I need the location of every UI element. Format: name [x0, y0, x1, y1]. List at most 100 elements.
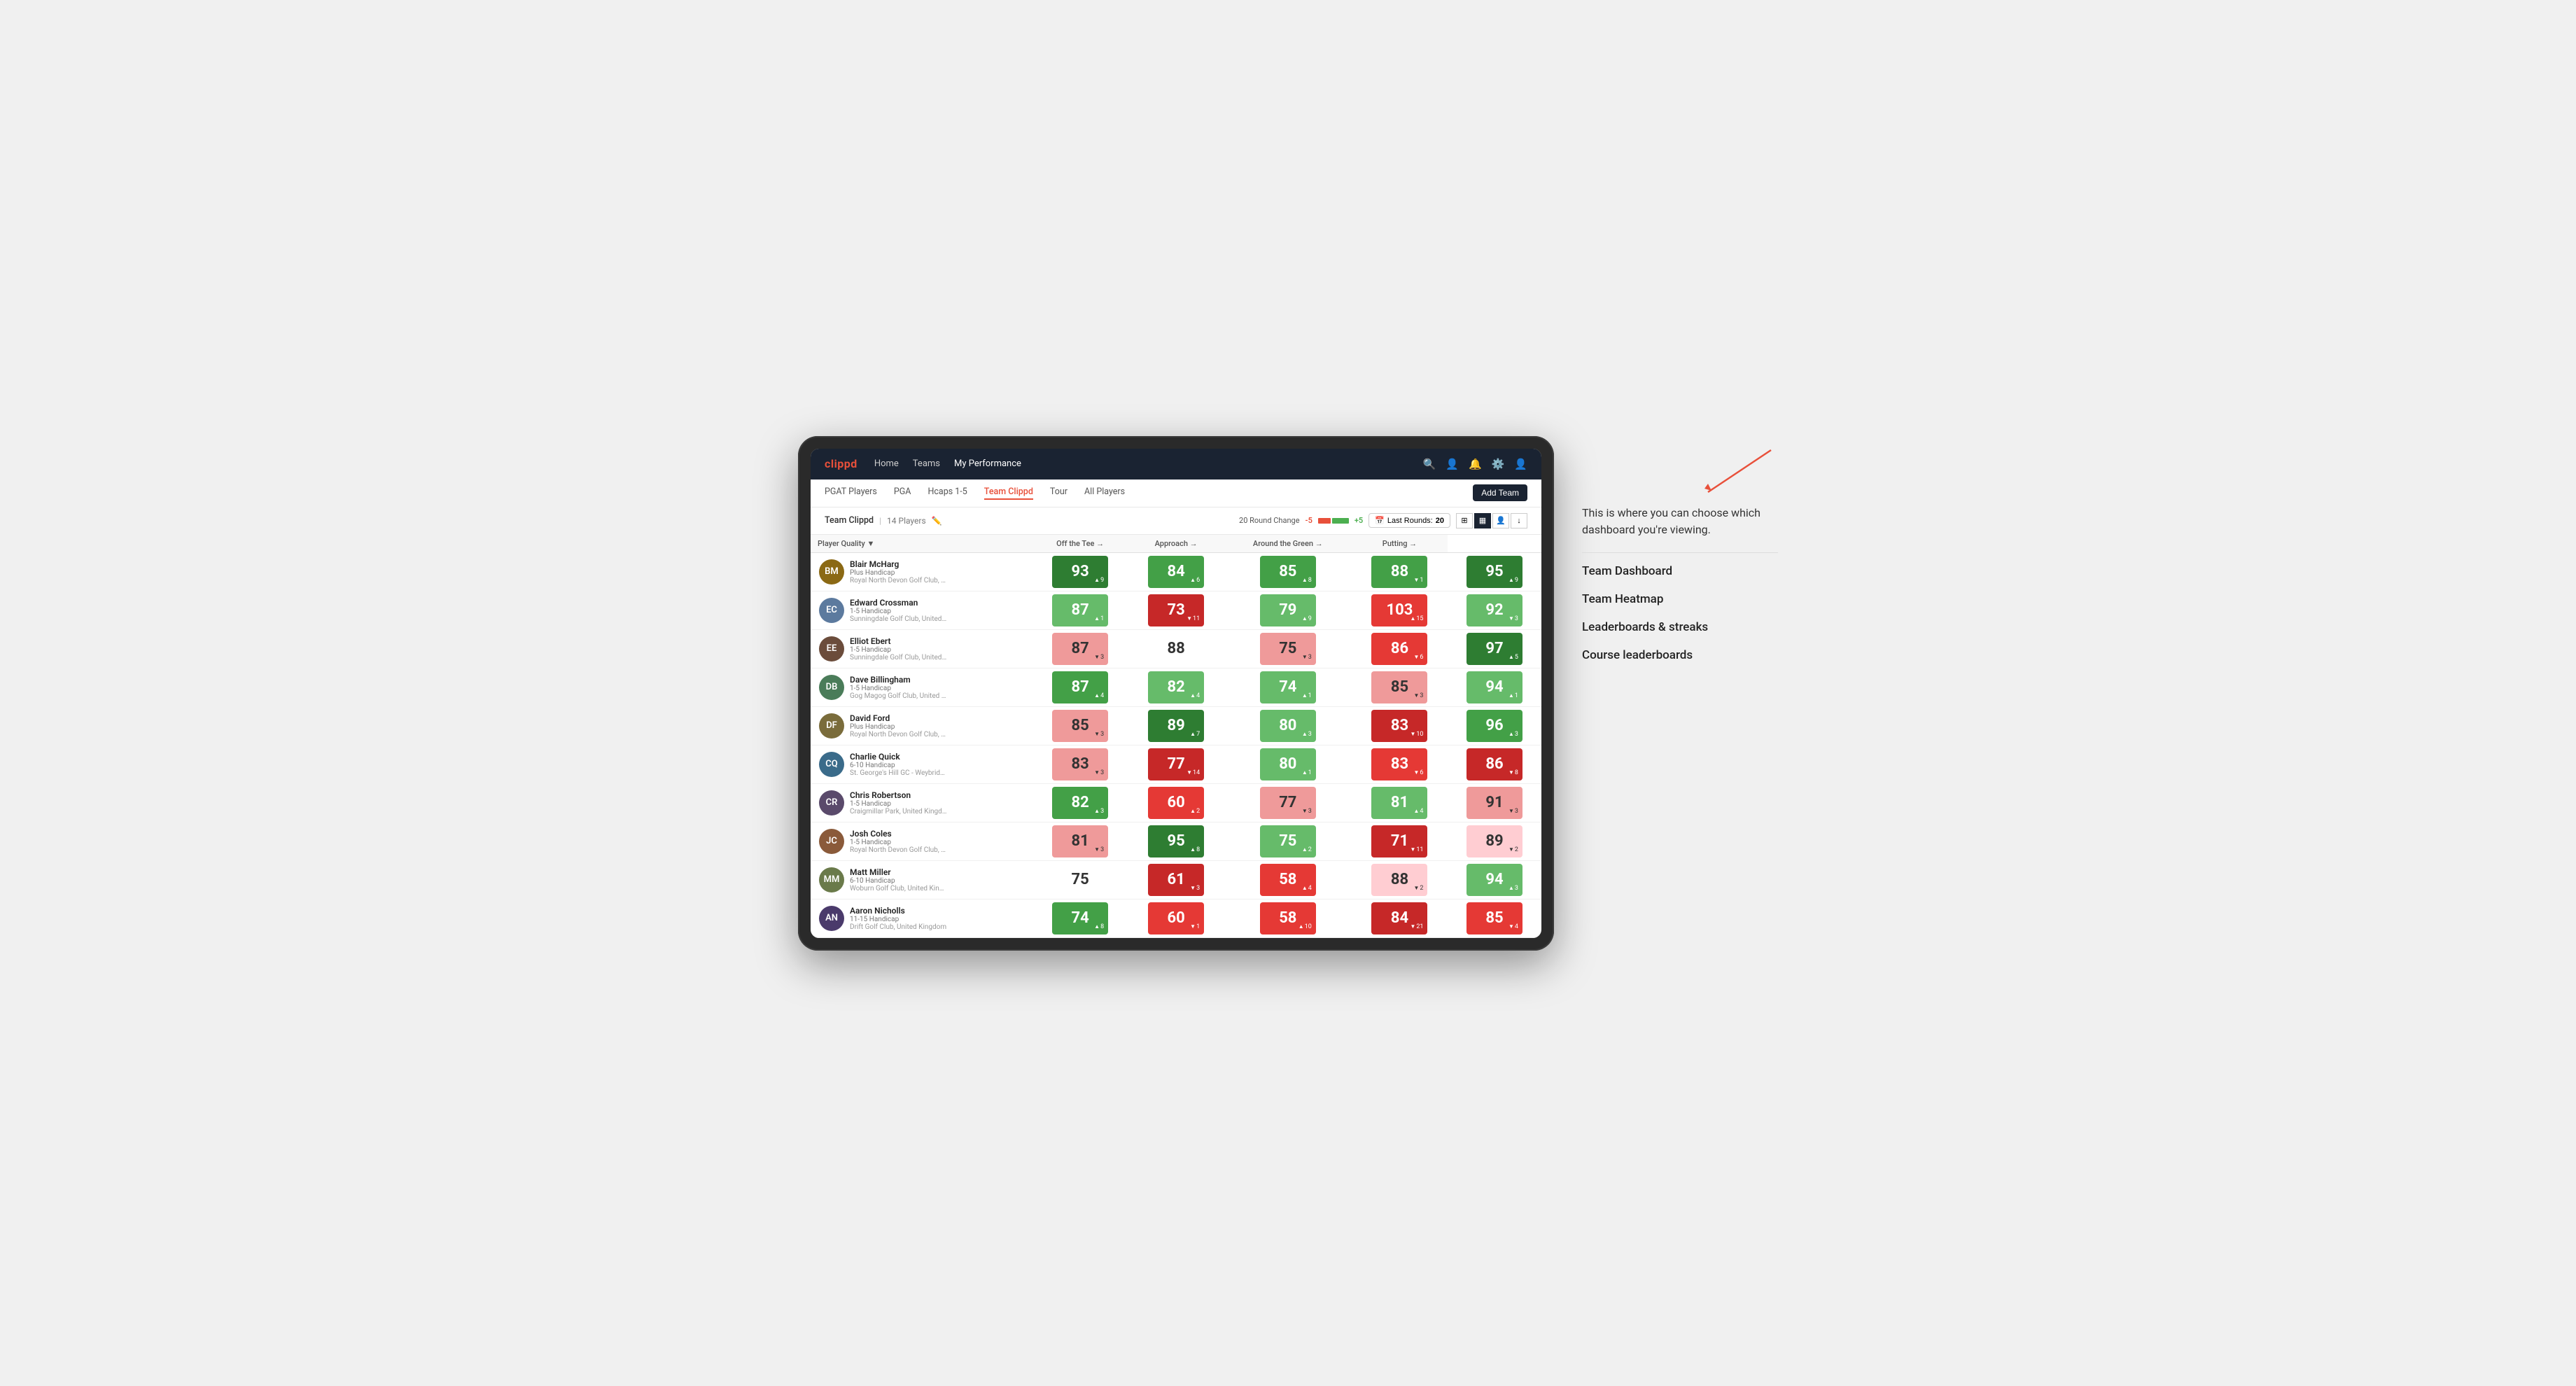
- table-row: DBDave Billingham1-5 HandicapGog Magog G…: [811, 668, 1541, 706]
- player-club: Gog Magog Golf Club, United Kingdom: [850, 692, 948, 700]
- arrow-up-icon: [1190, 731, 1196, 738]
- score-box: 8310: [1371, 710, 1427, 742]
- score-value: 87: [1072, 678, 1089, 696]
- score-delta: 8: [1302, 577, 1312, 584]
- player-cell[interactable]: JCJosh Coles1-5 HandicapRoyal North Devo…: [811, 823, 1032, 860]
- score-box: 7311: [1148, 594, 1204, 626]
- player-handicap: 6-10 Handicap: [850, 762, 948, 769]
- score-box: 941: [1466, 671, 1522, 704]
- delta-value: 1: [1515, 692, 1518, 699]
- player-cell[interactable]: EEElliot Ebert1-5 HandicapSunningdale Go…: [811, 631, 1032, 667]
- change-plus: +5: [1354, 516, 1363, 525]
- score-quality: 833: [1032, 745, 1128, 783]
- player-cell[interactable]: ECEdward Crossman1-5 HandicapSunningdale…: [811, 592, 1032, 629]
- player-club: St. George's Hill GC - Weybridge - Surre…: [850, 769, 948, 777]
- score-value: 97: [1485, 640, 1503, 657]
- player-name: Chris Robertson: [850, 790, 948, 800]
- person-icon[interactable]: 👤: [1446, 458, 1459, 470]
- score-value: 89: [1168, 717, 1185, 734]
- delta-value: 11: [1193, 615, 1200, 622]
- score-delta: 4: [1190, 692, 1200, 699]
- player-club: Royal North Devon Golf Club, United King…: [850, 731, 948, 738]
- delta-value: 1: [1420, 577, 1423, 584]
- score-box: 801: [1260, 748, 1316, 780]
- player-cell[interactable]: DBDave Billingham1-5 HandicapGog Magog G…: [811, 669, 1032, 706]
- score-delta: 6: [1414, 654, 1424, 661]
- delta-value: 3: [1100, 808, 1104, 815]
- download-button[interactable]: ↓: [1511, 513, 1527, 528]
- annotation-section: This is where you can choose which dashb…: [1582, 436, 1778, 676]
- subnav-team-clippd[interactable]: Team Clippd: [984, 486, 1033, 500]
- score-value: 88: [1391, 563, 1408, 580]
- score-box: 803: [1260, 710, 1316, 742]
- arrow-up-icon: [1190, 846, 1196, 853]
- settings-icon[interactable]: ⚙️: [1492, 458, 1505, 470]
- score-value: 95: [1168, 832, 1185, 850]
- search-icon[interactable]: 🔍: [1423, 458, 1436, 470]
- team-count: 14 Players: [887, 516, 926, 526]
- player-cell[interactable]: DFDavid FordPlus HandicapRoyal North Dev…: [811, 708, 1032, 744]
- arrow-down-icon: [1094, 769, 1100, 776]
- score-box: 741: [1260, 671, 1316, 704]
- score-delta: 10: [1410, 731, 1423, 738]
- subnav-pga[interactable]: PGA: [894, 486, 911, 500]
- score-value: 86: [1485, 755, 1503, 773]
- arrow-down-icon: [1508, 808, 1514, 815]
- player-info: Edward Crossman1-5 HandicapSunningdale G…: [850, 598, 948, 623]
- score-around_green: 7111: [1352, 822, 1448, 860]
- score-value: 82: [1168, 678, 1185, 696]
- score-value: 77: [1168, 755, 1185, 773]
- person-view-button[interactable]: 👤: [1492, 513, 1509, 528]
- last-rounds-button[interactable]: 📅 Last Rounds: 20: [1368, 513, 1450, 528]
- score-approach: 741: [1224, 668, 1352, 706]
- arrow-up-icon: [1302, 692, 1308, 699]
- team-name: Team Clippd: [825, 515, 874, 526]
- score-off_tee: 958: [1128, 822, 1224, 860]
- add-team-button[interactable]: Add Team: [1473, 484, 1527, 501]
- player-cell[interactable]: ANAaron Nicholls11-15 HandicapDrift Golf…: [811, 900, 1032, 937]
- nav-link-teams[interactable]: Teams: [913, 458, 940, 469]
- score-value: 58: [1279, 909, 1296, 927]
- edit-icon[interactable]: ✏️: [932, 516, 942, 526]
- nav-icons: 🔍 👤 🔔 ⚙️ 👤: [1423, 458, 1527, 470]
- player-cell[interactable]: CQCharlie Quick6-10 HandicapSt. George's…: [811, 746, 1032, 783]
- grid-view-button[interactable]: ⊞: [1456, 513, 1473, 528]
- subnav-all-players[interactable]: All Players: [1084, 486, 1125, 500]
- score-around_green: 836: [1352, 745, 1448, 783]
- subnav-hcaps[interactable]: Hcaps 1-5: [927, 486, 967, 500]
- bell-icon[interactable]: 🔔: [1469, 458, 1482, 470]
- score-box: 5810: [1260, 902, 1316, 934]
- nav-link-home[interactable]: Home: [874, 458, 899, 469]
- arrow-down-icon: [1190, 923, 1196, 930]
- player-cell[interactable]: BMBlair McHargPlus HandicapRoyal North D…: [811, 554, 1032, 590]
- score-value: 75: [1279, 832, 1296, 850]
- score-approach: 5810: [1224, 899, 1352, 937]
- score-box: 748: [1052, 902, 1108, 934]
- arrow-up-icon: [1094, 615, 1100, 622]
- player-table: Player Quality ▼ Off the Tee → Approach …: [811, 535, 1541, 938]
- avatar: DB: [819, 675, 844, 700]
- score-value: 83: [1391, 755, 1408, 773]
- avatar-icon[interactable]: 👤: [1514, 458, 1527, 470]
- arrow-up-icon: [1508, 885, 1514, 892]
- subnav-pgat[interactable]: PGAT Players: [825, 486, 877, 500]
- bar-red: [1318, 518, 1331, 524]
- score-off_tee: 613: [1128, 860, 1224, 899]
- score-delta: 9: [1508, 577, 1518, 584]
- arrow-down-icon: [1508, 615, 1514, 622]
- nav-link-performance[interactable]: My Performance: [954, 458, 1021, 469]
- round-change-label: 20 Round Change: [1239, 516, 1300, 525]
- score-value: 87: [1072, 601, 1089, 619]
- dashboard-item-0: Team Dashboard: [1582, 564, 1778, 578]
- score-delta: 11: [1186, 615, 1200, 622]
- delta-value: 3: [1420, 692, 1423, 699]
- dashboard-item-1: Team Heatmap: [1582, 592, 1778, 606]
- player-cell[interactable]: CRChris Robertson1-5 HandicapCraigmillar…: [811, 785, 1032, 821]
- delta-value: 3: [1100, 769, 1104, 776]
- player-cell[interactable]: MMMatt Miller6-10 HandicapWoburn Golf Cl…: [811, 862, 1032, 898]
- subnav-tour[interactable]: Tour: [1050, 486, 1068, 500]
- heatmap-view-button[interactable]: ▦: [1474, 513, 1491, 528]
- score-value: 94: [1485, 871, 1503, 888]
- score-delta: 1: [1190, 923, 1200, 930]
- score-box: 602: [1148, 787, 1204, 819]
